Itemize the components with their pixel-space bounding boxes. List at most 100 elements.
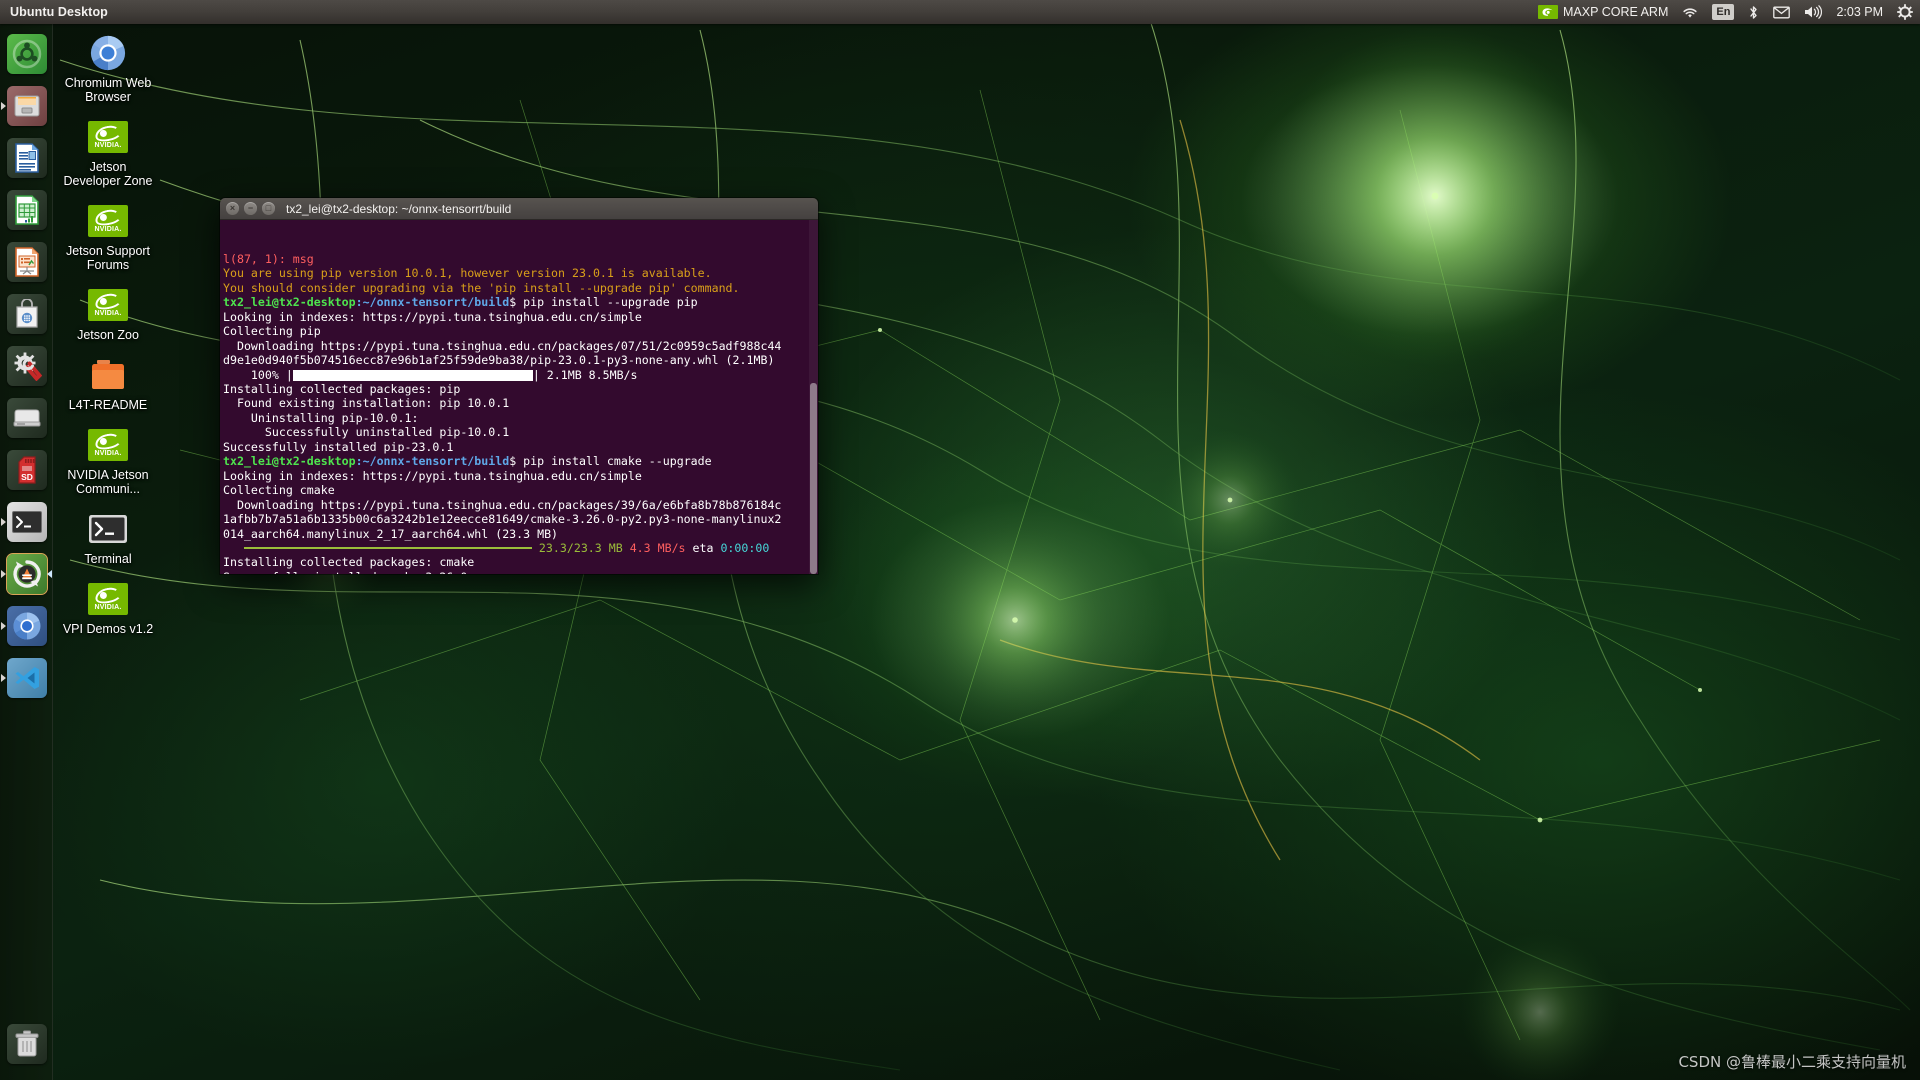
desktop-icon[interactable]: NVIDIA. VPI Demos v1.2	[60, 576, 156, 640]
progress-suffix: | 2.1MB 8.5MB/s	[532, 367, 638, 382]
terminal-titlebar[interactable]: × − □ tx2_lei@tx2-desktop: ~/onnx-tensor…	[220, 198, 818, 220]
terminal-span: d9e1e0d940f5b074516ecc87e96b1af25f59de9b…	[223, 353, 775, 368]
scrollbar-thumb[interactable]	[810, 382, 817, 574]
envelope-icon	[1773, 6, 1791, 19]
terminal-line: Collecting cmake	[223, 483, 818, 497]
vscode-icon	[6, 658, 47, 698]
desktop-screen: Ubuntu Desktop MAXP CORE ARM En 2:03 PM …	[0, 0, 1920, 1080]
terminal-span: 014_aarch64.manylinux_2_17_aarch64.whl (…	[223, 526, 559, 541]
launcher-item-files-nautilus[interactable]	[0, 82, 53, 130]
desktop-icon-label: Jetson Support Forums	[65, 244, 151, 272]
hard-drive-icon	[6, 398, 47, 438]
terminal-window[interactable]: × − □ tx2_lei@tx2-desktop: ~/onnx-tensor…	[220, 198, 818, 574]
terminal-line: 23.3/23.3 MB 4.3 MB/s eta 0:00:00	[223, 541, 818, 555]
indicator-network[interactable]	[1675, 0, 1705, 24]
launcher-item-ubuntu-dash-home[interactable]	[0, 30, 53, 78]
terminal-line: 1afbb7b7a51a6b1335b00c6a3242b1e12eecce81…	[223, 512, 818, 526]
launcher-item-ubuntu-software[interactable]	[0, 290, 53, 338]
indicator-messaging[interactable]	[1766, 0, 1797, 24]
terminal-span: Looking in indexes: https://pypi.tuna.ts…	[223, 468, 642, 483]
launcher-trash-area	[0, 1020, 53, 1072]
terminal-scrollbar[interactable]	[809, 220, 818, 574]
indicator-clock[interactable]: 2:03 PM	[1829, 0, 1890, 24]
indicator-keyboard-layout[interactable]: En	[1705, 0, 1741, 24]
terminal-line: Installing collected packages: cmake	[223, 555, 818, 569]
terminal-line: Uninstalling pip-10.0.1:	[223, 411, 818, 425]
terminal-line: Looking in indexes: https://pypi.tuna.ts…	[223, 469, 818, 483]
desktop-icon-image	[88, 509, 128, 549]
desktop-icon[interactable]: NVIDIA. Jetson Zoo	[60, 282, 156, 346]
terminal-span: Found existing installation: pip 10.0.1	[223, 396, 510, 411]
desktop-icon[interactable]: NVIDIA. NVIDIA Jetson Communi...	[60, 422, 156, 500]
launcher-item-libreoffice-impress[interactable]	[0, 238, 53, 286]
terminal-span: You should consider upgrading via the 'p…	[223, 280, 740, 295]
launcher-item-disk-drive[interactable]	[0, 394, 53, 442]
indicator-session[interactable]	[1890, 0, 1920, 24]
desktop-icon-image	[88, 355, 128, 395]
terminal-line: Downloading https://pypi.tuna.tsinghua.e…	[223, 498, 818, 512]
terminal-span: $ pip install cmake --upgrade	[509, 454, 712, 469]
keyboard-layout-label: En	[1712, 4, 1735, 20]
terminal-span: Collecting cmake	[223, 483, 335, 498]
nvidia-icon: NVIDIA.	[88, 121, 128, 153]
terminal-line: tx2_lei@tx2-desktop:~/onnx-tensorrt/buil…	[223, 295, 818, 309]
folder-icon	[92, 360, 124, 389]
minimize-icon[interactable]: −	[244, 202, 257, 215]
desktop-icon-label: Terminal	[84, 552, 132, 566]
terminal-span: :~/onnx-tensorrt/build	[355, 454, 510, 469]
clock-label: 2:03 PM	[1836, 5, 1883, 19]
desktop-icon-label: Jetson Developer Zone	[63, 160, 153, 188]
terminal-line: 100% | | 2.1MB 8.5MB/s	[223, 368, 818, 382]
desktop-icon[interactable]: NVIDIA. Jetson Developer Zone	[60, 114, 156, 192]
terminal-span: Downloading https://pypi.tuna.tsinghua.e…	[223, 497, 782, 512]
panel-title-button[interactable]: Ubuntu Desktop	[0, 0, 118, 24]
launcher-item-vscode[interactable]	[0, 654, 53, 702]
terminal-span: You are using pip version 10.0.1, howeve…	[223, 266, 712, 281]
progress-bar-fill	[292, 369, 533, 381]
desktop-icon[interactable]: Terminal	[60, 506, 156, 570]
nvidia-icon: NVIDIA.	[88, 205, 128, 237]
unity-launcher: SD	[0, 24, 53, 1080]
desktop-icon[interactable]: NVIDIA. Jetson Support Forums	[60, 198, 156, 276]
indicator-bluetooth[interactable]	[1741, 0, 1766, 24]
svg-text:SD: SD	[21, 472, 33, 482]
launcher-item-trash[interactable]	[0, 1020, 53, 1068]
desktop-icon-image: NVIDIA.	[88, 117, 128, 157]
desktop-icon-image: NVIDIA.	[88, 579, 128, 619]
terminal-span: Successfully installed pip-23.0.1	[223, 439, 454, 454]
maximize-icon[interactable]: □	[262, 202, 275, 215]
desktop-icon-label: Chromium Web Browser	[64, 76, 152, 104]
terminal-span: Successfully uninstalled pip-10.0.1	[223, 425, 510, 440]
file-manager-icon	[6, 86, 47, 126]
close-icon[interactable]: ×	[226, 202, 239, 215]
terminal-span: tx2_lei@tx2-desktop	[223, 454, 356, 469]
terminal-line: d9e1e0d940f5b074516ecc87e96b1af25f59de9b…	[223, 353, 818, 367]
watermark-label: CSDN @鲁棒最小二乘支持向量机	[1678, 1053, 1906, 1071]
launcher-item-libreoffice-calc[interactable]	[0, 186, 53, 234]
launcher-item-system-settings[interactable]	[0, 342, 53, 390]
terminal-title: tx2_lei@tx2-desktop: ~/onnx-tensorrt/bui…	[286, 201, 512, 216]
launcher-item-terminal[interactable]	[0, 498, 53, 546]
chromium-icon	[90, 35, 126, 71]
presentation-impress-icon	[6, 242, 47, 282]
desktop-icon-label: Jetson Zoo	[77, 328, 139, 342]
terminal-line: tx2_lei@tx2-desktop:~/onnx-tensorrt/buil…	[223, 454, 818, 468]
launcher-item-software-updater[interactable]	[0, 550, 53, 598]
top-panel: Ubuntu Desktop MAXP CORE ARM En 2:03 PM	[0, 0, 1920, 24]
terminal-text-content: l(87, 1): msg You are using pip version 1…	[223, 252, 818, 574]
indicator-nvidia[interactable]: MAXP CORE ARM	[1531, 0, 1675, 24]
terminal-span: Installing collected packages: pip	[223, 381, 461, 396]
terminal-output[interactable]: l(87, 1): msg You are using pip version 1…	[220, 220, 818, 574]
launcher-item-sd-card[interactable]: SD	[0, 446, 53, 494]
terminal-span: Successfully installed cmake-3.26.0	[223, 570, 467, 574]
desktop-icon[interactable]: L4T-README	[60, 352, 156, 416]
nvidia-eye-icon	[1538, 5, 1559, 19]
launcher-item-chromium-browser[interactable]	[0, 602, 53, 650]
terminal-line: 014_aarch64.manylinux_2_17_aarch64.whl (…	[223, 527, 818, 541]
launcher-item-libreoffice-writer[interactable]	[0, 134, 53, 182]
terminal-line: Looking in indexes: https://pypi.tuna.ts…	[223, 310, 818, 324]
software-center-icon	[6, 294, 47, 334]
desktop-icon[interactable]: Chromium Web Browser	[60, 30, 156, 108]
indicator-volume[interactable]	[1797, 0, 1829, 24]
spreadsheet-calc-icon	[6, 190, 47, 230]
